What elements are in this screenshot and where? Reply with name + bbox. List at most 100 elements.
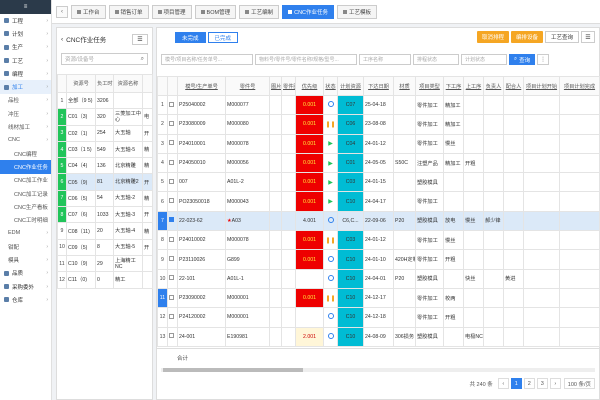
menu-icon[interactable]: ☰ bbox=[132, 33, 148, 45]
task-column-header[interactable]: 零件图 bbox=[281, 76, 296, 96]
sidebar-item[interactable]: 钳配 › bbox=[0, 240, 51, 253]
sidebar-item[interactable]: CNC加工作业 bbox=[0, 174, 51, 187]
task-column-header[interactable]: 图片 bbox=[269, 76, 282, 96]
task-column-header[interactable]: 零件号 bbox=[225, 76, 270, 96]
sidebar-item[interactable]: 采购委外 › bbox=[0, 280, 51, 293]
sidebar-item[interactable]: 仓库 › bbox=[0, 293, 51, 306]
row-checkbox-cell[interactable] bbox=[167, 191, 178, 212]
row-checkbox[interactable] bbox=[169, 333, 174, 339]
mold-filter-input[interactable]: 模号/项目名称/任务单号... bbox=[161, 54, 253, 65]
tab-item[interactable]: 工作台 bbox=[71, 4, 106, 19]
page-size-select[interactable]: 100 条/页 bbox=[563, 378, 595, 389]
next-page-icon[interactable]: › bbox=[549, 378, 561, 389]
task-column-header[interactable]: 项目计划开始 bbox=[523, 76, 560, 96]
task-row[interactable]: 5 007 A01L-2 0.001 ▶ C03 24-01-15 塑胶模具 bbox=[157, 172, 600, 193]
page-2[interactable]: 2 bbox=[523, 378, 535, 389]
back-icon[interactable]: ‹ bbox=[56, 5, 68, 18]
sidebar-item[interactable]: 品质 › bbox=[0, 267, 51, 280]
row-checkbox[interactable] bbox=[169, 275, 174, 281]
task-column-header[interactable]: 材质 bbox=[393, 76, 416, 96]
resource-column-header[interactable]: 资源号 bbox=[66, 74, 96, 93]
sidebar-item[interactable]: 编程 › bbox=[0, 67, 51, 80]
row-checkbox[interactable] bbox=[169, 313, 174, 319]
row-checkbox[interactable] bbox=[169, 140, 174, 146]
task-column-header[interactable]: 上工序 bbox=[463, 76, 484, 96]
task-column-header[interactable]: 下工序 bbox=[443, 76, 464, 96]
row-checkbox[interactable] bbox=[169, 120, 174, 126]
prev-page-icon[interactable]: ‹ bbox=[497, 378, 509, 389]
resource-row[interactable]: 9 C08（11) 20 大玉轴-4 精 bbox=[57, 222, 153, 240]
plan-status-select[interactable]: 计划状态 bbox=[461, 54, 507, 65]
tab-item[interactable]: CNC作业任务 bbox=[282, 4, 335, 19]
resource-row[interactable]: 12 C11（0) 0 精工 bbox=[57, 271, 153, 289]
search-button[interactable]: ⌕ 查询 bbox=[509, 54, 536, 65]
row-checkbox-cell[interactable] bbox=[167, 307, 178, 328]
task-column-header[interactable] bbox=[167, 76, 178, 96]
chevron-left-icon[interactable]: ‹ bbox=[61, 36, 63, 43]
sidebar-item[interactable]: 冲压 › bbox=[0, 107, 51, 120]
sidebar-item[interactable]: CNC加工记录 bbox=[0, 187, 51, 200]
resource-column-header[interactable]: 负工时 bbox=[95, 74, 114, 93]
task-row[interactable]: 4 P24050010 M000056 0.001 ▶ C01 24-05-05 S50C 注塑… bbox=[157, 152, 600, 174]
row-checkbox-cell[interactable] bbox=[167, 133, 178, 154]
tab-item[interactable]: 工艺编制 bbox=[239, 4, 280, 19]
row-checkbox-cell[interactable] bbox=[167, 114, 178, 135]
task-column-header[interactable]: 状态 bbox=[323, 76, 338, 96]
task-column-header[interactable]: 项目类型 bbox=[415, 76, 444, 96]
task-column-header[interactable]: 模号/生产单号 bbox=[177, 76, 226, 96]
row-checkbox-cell[interactable] bbox=[167, 249, 178, 270]
resource-column-header[interactable]: 资源名称 bbox=[113, 74, 143, 93]
row-checkbox-cell[interactable] bbox=[167, 326, 178, 347]
task-column-header[interactable]: 配合人 bbox=[503, 76, 524, 96]
process-query-button[interactable]: 工艺查询 bbox=[544, 31, 579, 43]
arrange-device-button[interactable]: 编排设备 bbox=[510, 31, 543, 43]
task-column-header[interactable]: 负责人 bbox=[483, 76, 504, 96]
schedule-status-select[interactable]: 排程状态 bbox=[413, 54, 459, 65]
sidebar-item[interactable]: CNC工时明细 bbox=[0, 213, 51, 226]
resource-row[interactable]: 8 C07（6) 1033 大玉轴-3 开 bbox=[57, 206, 153, 224]
horizontal-scrollbar[interactable] bbox=[161, 368, 595, 372]
row-checkbox[interactable] bbox=[169, 178, 174, 184]
task-row[interactable]: 11 P23090002 M000001 0.001 ❚❚ C10 24-12-17 零件加工… bbox=[157, 287, 600, 309]
row-checkbox[interactable] bbox=[169, 294, 174, 300]
cancel-schedule-button[interactable]: 取消排程 bbox=[476, 31, 509, 43]
sidebar-item[interactable]: 计划 › bbox=[0, 27, 51, 40]
tab-item[interactable]: 工艺模板 bbox=[337, 4, 378, 19]
task-column-header[interactable]: 下达日期 bbox=[363, 76, 394, 96]
menu-icon[interactable]: ☰ bbox=[581, 31, 595, 43]
process-select[interactable]: 工序名称 bbox=[359, 54, 411, 65]
sidebar-item[interactable]: CNC生产看板 bbox=[0, 200, 51, 213]
resource-row[interactable]: 4 C03（1 5) 549 大玉轴-5 精 bbox=[57, 140, 153, 159]
task-row[interactable]: 9 P23110026 G899 0.001 C1024-01-10420H定制零件加工… bbox=[157, 249, 600, 270]
resource-row[interactable]: 5 C04（4) 136 北京精雕精 bbox=[57, 157, 153, 175]
resource-search-input[interactable]: 资源/设备号 ⌕ bbox=[61, 53, 148, 65]
row-checkbox[interactable] bbox=[169, 198, 174, 204]
sidebar-item[interactable]: CNC编程 bbox=[0, 147, 51, 160]
resource-column-header[interactable] bbox=[142, 74, 153, 93]
task-row[interactable]: 8 P24010002 M000078 0.001 ❚❚ C03 24-01-12 零件加工慢… bbox=[157, 230, 600, 251]
row-checkbox[interactable] bbox=[169, 256, 174, 262]
material-filter-input[interactable]: 物料号/零件号/零件名称/规格/型号... bbox=[255, 54, 357, 65]
tab-finished[interactable]: 已完成 bbox=[207, 32, 239, 43]
sidebar-item[interactable]: 品检 › bbox=[0, 94, 51, 107]
task-row[interactable]: 6 PO23050018 M000043 0.001 ▶ C10 24-04-17 零件加工 bbox=[157, 191, 600, 212]
task-column-header[interactable] bbox=[157, 76, 168, 96]
search-icon[interactable]: ⌕ bbox=[141, 56, 144, 63]
page-3[interactable]: 3 bbox=[536, 378, 548, 389]
task-row[interactable]: 12 P24120002 M000001 C10 24-12-18 零件加工 开粗 bbox=[157, 307, 600, 328]
resource-row[interactable]: 1 全部（9 5) 3206 bbox=[57, 91, 153, 110]
resource-row[interactable]: 10 C09（5) 8 大玉轴-5 开 bbox=[57, 238, 153, 256]
page-1[interactable]: 1 bbox=[510, 378, 522, 389]
sidebar-item[interactable]: 工程 › bbox=[0, 14, 51, 27]
row-checkbox[interactable] bbox=[169, 236, 174, 242]
task-row[interactable]: 13 24-001 E190981 2.001 C10 24-08-09 306损务 塑胶模具… bbox=[157, 326, 600, 347]
sidebar-item[interactable]: 模具 › bbox=[0, 253, 51, 266]
more-filters-icon[interactable]: ⋮ bbox=[537, 54, 550, 65]
task-row[interactable]: 3 P24010001 M000078 0.001 ▶ C04 24-01-12 零件加工 慢丝 bbox=[157, 133, 600, 154]
row-checkbox[interactable] bbox=[169, 159, 174, 165]
resource-column-header[interactable] bbox=[57, 74, 67, 93]
row-checkbox-cell[interactable] bbox=[167, 287, 178, 309]
row-checkbox-cell[interactable] bbox=[167, 152, 178, 174]
resource-row[interactable]: 7 C06（5) 54 大玉轴-2 精 bbox=[57, 189, 153, 208]
resource-row[interactable]: 2 C01（3) 320 三菱加工中心电 bbox=[57, 108, 153, 126]
